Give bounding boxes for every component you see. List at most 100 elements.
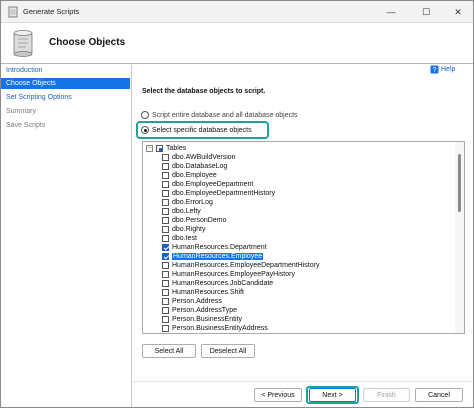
tree-item-label: Person.AddressType	[172, 307, 237, 314]
checkbox[interactable]	[162, 208, 169, 215]
instruction-text: Select the database objects to script.	[142, 88, 266, 95]
tree-item-label: HumanResources.JobCandidate	[172, 280, 274, 287]
checkbox[interactable]	[162, 190, 169, 197]
scrollbar-thumb[interactable]	[458, 154, 461, 212]
tree-item[interactable]: Person.BusinessEntityContact	[162, 333, 266, 334]
tree-item[interactable]: HumanResources.JobCandidate	[162, 279, 273, 288]
tree-item-label: dbo.AWBuildVersion	[172, 154, 236, 161]
tree-item-label: dbo.ErrorLog	[172, 199, 213, 206]
title-bar: Generate Scripts — ☐ ✕	[1, 1, 473, 23]
page-title: Choose Objects	[49, 37, 126, 48]
nav-item-choose-objects[interactable]: Choose Objects	[1, 78, 130, 89]
tree-item-label: dbo.Employee	[172, 172, 217, 179]
tree-item-label: dbo.Righty	[172, 226, 206, 233]
radio-label: Script entire database and all database …	[152, 111, 298, 119]
checkbox[interactable]	[162, 271, 169, 278]
checkbox[interactable]	[162, 316, 169, 323]
checkbox[interactable]	[162, 217, 169, 224]
tree-item[interactable]: dbo.PersonDemo	[162, 216, 226, 225]
tree-item-label: HumanResources.Shift	[172, 289, 244, 296]
object-tree[interactable]: − Tables dbo.AWBuildVersion dbo.DatabaseL…	[142, 141, 465, 334]
help-link[interactable]: ? Help	[430, 65, 455, 74]
checkbox[interactable]	[162, 280, 169, 287]
tree-item[interactable]: dbo.Employee	[162, 171, 217, 180]
close-button[interactable]: ✕	[443, 1, 473, 23]
tree-item[interactable]: dbo.EmployeeDepartmentHistory	[162, 189, 275, 198]
tree-item[interactable]: Person.BusinessEntityAddress	[162, 324, 268, 333]
checkbox[interactable]	[162, 235, 169, 242]
tree-item-label: Person.Address	[172, 298, 222, 305]
tree-item[interactable]: HumanResources.Department	[162, 243, 267, 252]
tree-item[interactable]: dbo.DatabaseLog	[162, 162, 227, 171]
tree-item[interactable]: Person.AddressType	[162, 306, 237, 315]
tree-item-label: dbo.EmployeeDepartmentHistory	[172, 190, 276, 197]
tree-item[interactable]: dbo.EmployeeDepartment	[162, 180, 253, 189]
tree-item[interactable]: dbo.Righty	[162, 225, 205, 234]
page-header: Choose Objects	[1, 24, 473, 64]
tree-item[interactable]: dbo.ErrorLog	[162, 198, 213, 207]
svg-text:?: ?	[433, 67, 437, 74]
checkbox[interactable]	[162, 226, 169, 233]
tree-item-label: Person.BusinessEntityAddress	[172, 325, 268, 332]
radio-entire-database[interactable]: Script entire database and all database …	[141, 109, 298, 121]
tree-root-tables[interactable]: − Tables	[146, 144, 186, 153]
nav-item-introduction[interactable]: Introduction	[1, 65, 130, 76]
maximize-button[interactable]: ☐	[411, 1, 441, 23]
help-icon: ?	[430, 65, 439, 74]
tree-item[interactable]: dbo.test	[162, 234, 197, 243]
tree-item-label: Person.BusinessEntity	[172, 316, 243, 323]
checkbox[interactable]	[162, 163, 169, 170]
tree-item-label: dbo.PersonDemo	[172, 217, 227, 224]
radio-specific-objects[interactable]: Select specific database objects	[141, 124, 252, 136]
checkbox[interactable]	[162, 172, 169, 179]
wizard-nav: Introduction Choose Objects Set Scriptin…	[1, 65, 132, 407]
checkbox[interactable]	[162, 325, 169, 332]
radio-label: Select specific database objects	[152, 126, 252, 134]
help-label: Help	[441, 66, 456, 73]
minimize-button[interactable]: —	[376, 1, 406, 23]
wizard-footer: < Previous Next > Finish Cancel	[133, 381, 473, 407]
nav-item-save-scripts: Save Scripts	[6, 122, 46, 129]
finish-button: Finish	[363, 388, 410, 402]
checkbox-checked[interactable]	[162, 244, 169, 251]
generate-scripts-window: Generate Scripts — ☐ ✕ Choose Objects In…	[0, 0, 474, 408]
checkbox[interactable]	[162, 154, 169, 161]
checkbox[interactable]	[162, 289, 169, 296]
deselect-all-button[interactable]: Deselect All	[201, 344, 255, 358]
nav-item-summary: Summary	[6, 108, 36, 115]
tree-item[interactable]: HumanResources.Employee	[162, 252, 264, 261]
select-all-button[interactable]: Select All	[142, 344, 196, 358]
tree-item-label: HumanResources.EmployeePayHistory	[172, 271, 295, 278]
tree-item-label: dbo.Lefty	[172, 208, 201, 215]
next-button[interactable]: Next >	[309, 388, 356, 402]
tree-item[interactable]: Person.Address	[162, 297, 222, 306]
checkbox[interactable]	[162, 199, 169, 206]
tree-item[interactable]: HumanResources.EmployeePayHistory	[162, 270, 295, 279]
checkbox-checked[interactable]	[162, 253, 169, 260]
checkbox[interactable]	[162, 298, 169, 305]
checkbox[interactable]	[162, 181, 169, 188]
tree-item[interactable]: Person.BusinessEntity	[162, 315, 242, 324]
tree-item[interactable]: dbo.AWBuildVersion	[162, 153, 236, 162]
checkbox[interactable]	[162, 307, 169, 314]
tree-item-label: dbo.test	[172, 235, 197, 242]
tree-item[interactable]: HumanResources.Shift	[162, 288, 244, 297]
tree-scrollbar[interactable]	[455, 142, 464, 333]
scroll-icon	[8, 6, 18, 18]
tree-item-label: dbo.EmployeeDepartment	[172, 181, 254, 188]
tree-item-label: HumanResources.EmployeeDepartmentHistory	[172, 262, 320, 269]
script-scroll-icon	[13, 30, 33, 57]
tree-label: Tables	[166, 145, 187, 152]
tables-checkbox[interactable]	[156, 145, 163, 152]
nav-item-set-scripting-options[interactable]: Set Scripting Options	[1, 92, 130, 103]
tree-item[interactable]: dbo.Lefty	[162, 207, 201, 216]
checkbox[interactable]	[162, 262, 169, 269]
tree-item[interactable]: HumanResources.EmployeeDepartmentHistory	[162, 261, 319, 270]
collapse-icon[interactable]: −	[146, 145, 153, 152]
radio-button-checked[interactable]	[141, 126, 149, 134]
radio-button[interactable]	[141, 111, 149, 119]
window-title: Generate Scripts	[23, 7, 80, 16]
main-panel: ? Help Select the database objects to sc…	[133, 65, 473, 381]
previous-button[interactable]: < Previous	[254, 388, 302, 402]
cancel-button[interactable]: Cancel	[415, 388, 463, 402]
